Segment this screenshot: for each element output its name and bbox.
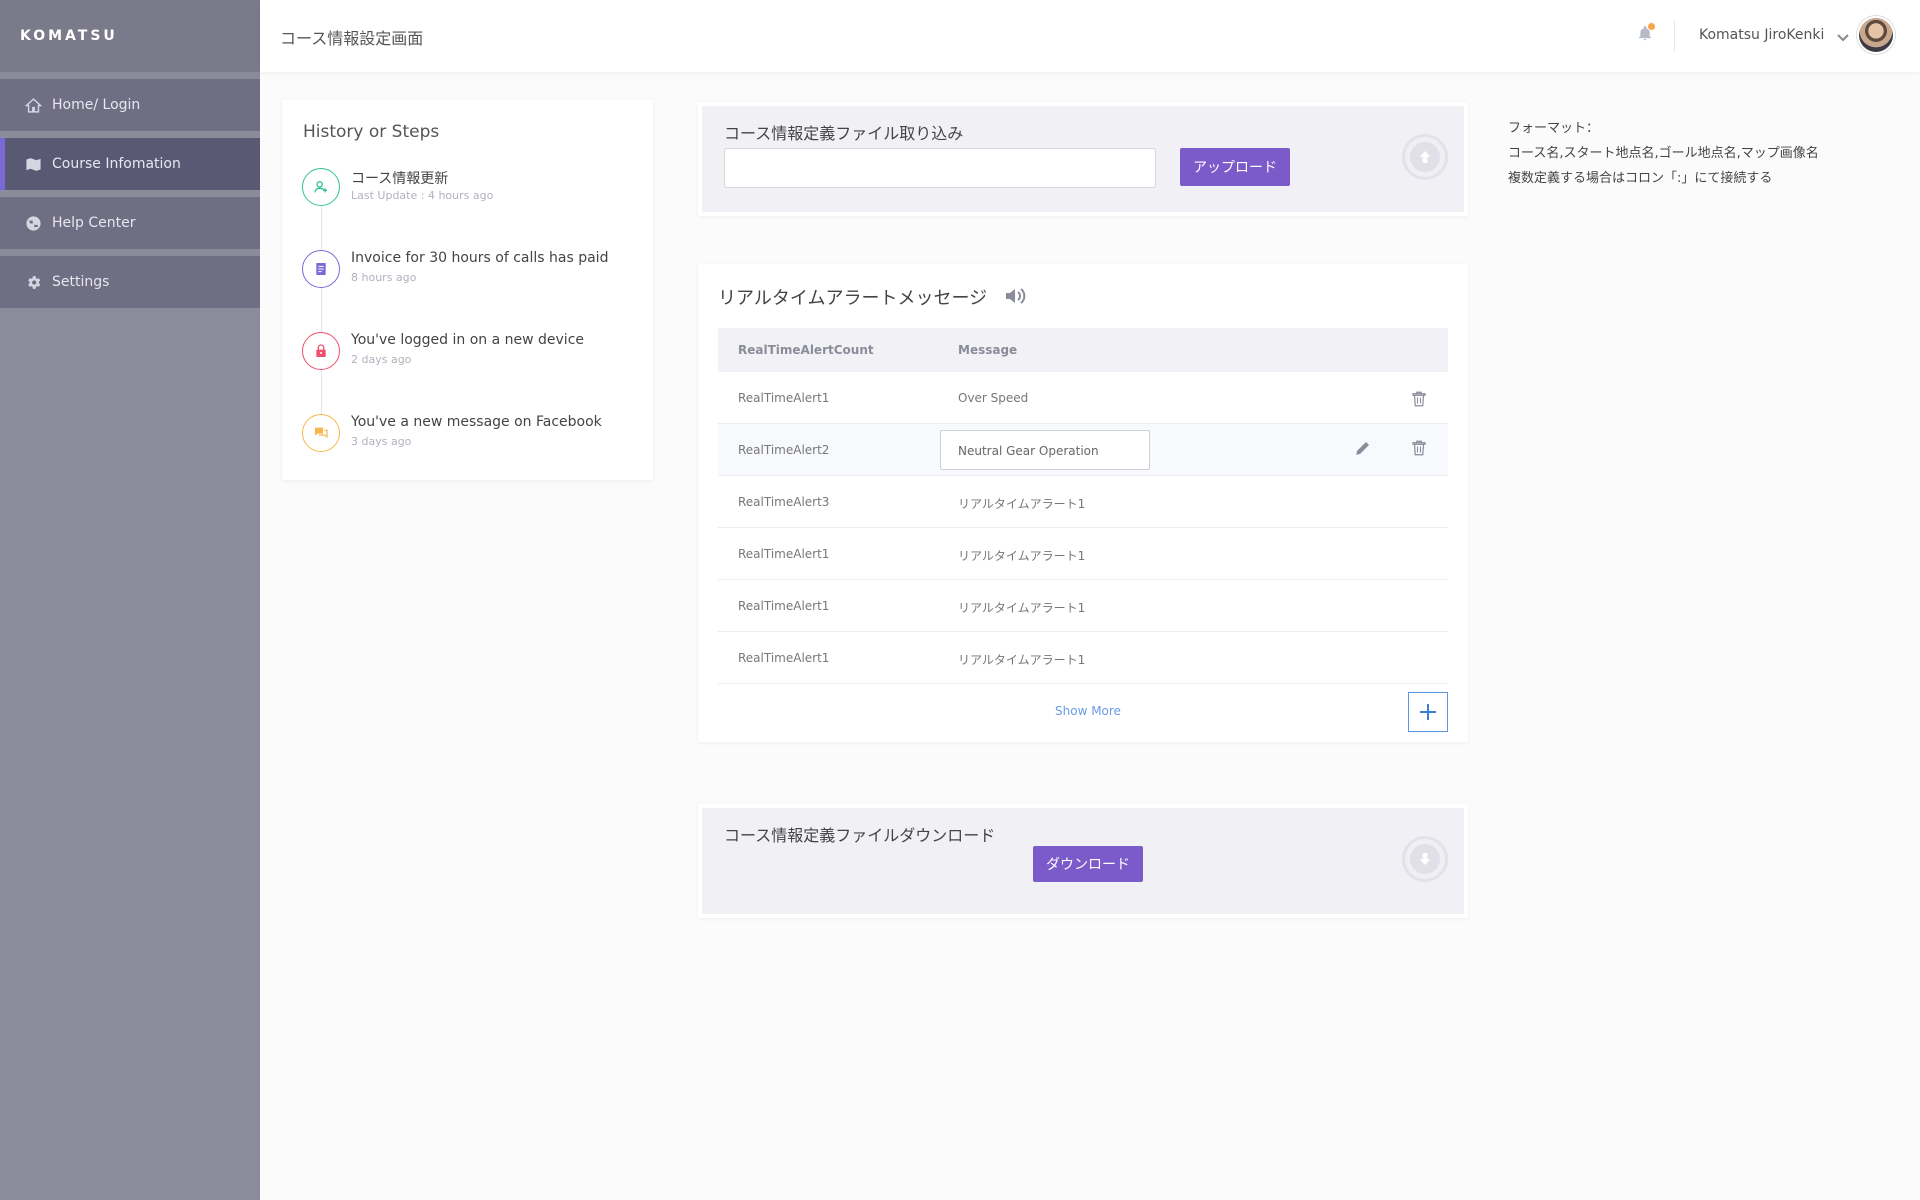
home-icon [24,96,42,114]
table-header: RealTimeAlertCount Message [718,328,1448,372]
download-button[interactable]: ダウンロード [1033,846,1143,882]
alert-message-cell: リアルタイムアラート1 [958,653,1086,667]
download-title: コース情報定義ファイルダウンロード [724,826,996,845]
header-divider [1674,20,1675,52]
timeline-time: 8 hours ago [351,271,417,284]
history-card: History or Steps コース情報更新 Last Update : 4… [282,100,653,480]
alert-message-cell: リアルタイムアラート1 [958,549,1086,563]
sidebar-item-label: Home/ Login [52,97,141,113]
trash-icon[interactable] [1409,389,1429,409]
alert-count-cell: RealTimeAlert1 [738,651,830,665]
upload-title: コース情報定義ファイル取り込み [724,124,964,143]
sidebar-item-home[interactable]: Home/ Login [0,79,260,131]
map-icon [24,155,42,173]
alerts-title: リアルタイムアラートメッセージ [718,288,988,309]
sidebar-item-course-information[interactable]: Course Infomation [0,138,260,190]
upload-circle-button[interactable] [1402,134,1448,180]
timeline-time: 3 days ago [351,435,412,448]
table-row-editing: RealTimeAlert2 Neutral Gear Operation [718,424,1448,476]
notification-dot [1648,23,1655,30]
chevron-down-icon[interactable] [1837,28,1851,42]
timeline-title: Invoice for 30 hours of calls has paid [351,250,609,266]
column-header-message: Message [958,343,1018,357]
format-line: コース名,スタート地点名,ゴール地点名,マップ画像名 [1508,146,1819,161]
format-label: フォーマット： [1508,121,1600,136]
alert-count-cell: RealTimeAlert1 [738,599,830,613]
trash-icon[interactable] [1409,438,1429,458]
timeline-time: 2 days ago [351,353,412,366]
alert-message-cell: リアルタイムアラート1 [958,497,1086,511]
sidebar-item-label: Settings [52,274,110,290]
pencil-icon[interactable] [1353,438,1373,458]
plus-icon [1420,704,1436,720]
alert-count-cell: RealTimeAlert1 [738,391,830,405]
format-note: フォーマット： コース名,スタート地点名,ゴール地点名,マップ画像名 複数定義す… [1508,116,1819,191]
chat-icon [302,414,340,452]
brand-logo: KOMATSU [0,0,260,72]
sidebar-item-help-center[interactable]: Help Center [0,197,260,249]
document-icon [302,250,340,288]
realtime-alerts-card: リアルタイムアラートメッセージ RealTimeAlertCount Messa… [698,264,1468,742]
history-title: History or Steps [303,122,440,142]
arrow-up-icon [1410,142,1440,172]
download-panel: コース情報定義ファイルダウンロード ダウンロード [698,804,1468,918]
column-header-count: RealTimeAlertCount [738,343,874,357]
alert-count-cell: RealTimeAlert2 [738,443,830,457]
alert-message-cell: リアルタイムアラート1 [958,601,1086,615]
sidebar: KOMATSU Home/ Login Course Infomation He… [0,0,260,1200]
arrow-down-icon [1410,844,1440,874]
notification-bell-icon[interactable] [1637,23,1657,45]
sidebar-item-label: Course Infomation [52,156,181,172]
alert-message-input[interactable]: Neutral Gear Operation [940,430,1150,470]
table-row: RealTimeAlert3 リアルタイムアラート1 [718,476,1448,528]
user-name[interactable]: Komatsu JiroKenki [1699,27,1824,43]
alert-message-cell: Over Speed [958,391,1029,405]
lock-icon [302,332,340,370]
upload-file-input[interactable] [724,148,1156,188]
upload-button[interactable]: アップロード [1180,148,1290,186]
show-more-link[interactable]: Show More [1055,704,1121,718]
timeline-title: You've logged in on a new device [351,332,585,348]
table-row: RealTimeAlert1 リアルタイムアラート1 [718,580,1448,632]
top-header: コース情報設定画面 Komatsu JiroKenki [260,0,1920,72]
timeline-time: Last Update : 4 hours ago [351,189,494,202]
table-row: RealTimeAlert1 Over Speed [718,372,1448,424]
format-line: 複数定義する場合はコロン「:」にて接続する [1508,171,1773,186]
speaker-icon[interactable] [1004,286,1028,306]
table-row: RealTimeAlert1 リアルタイムアラート1 [718,528,1448,580]
user-plus-icon [302,168,340,206]
timeline-line [321,196,322,436]
globe-icon [24,214,42,232]
gear-icon [24,273,42,291]
add-alert-button[interactable] [1408,692,1448,732]
page-title: コース情報設定画面 [280,29,424,48]
timeline-title: コース情報更新 [351,171,449,187]
upload-panel: コース情報定義ファイル取り込み アップロード [698,102,1468,216]
alert-count-cell: RealTimeAlert3 [738,495,830,509]
sidebar-item-label: Help Center [52,215,136,231]
download-circle-button[interactable] [1402,836,1448,882]
sidebar-item-settings[interactable]: Settings [0,256,260,308]
alert-count-cell: RealTimeAlert1 [738,547,830,561]
table-row: RealTimeAlert1 リアルタイムアラート1 [718,632,1448,684]
avatar[interactable] [1857,16,1895,54]
timeline-title: You've a new message on Facebook [351,414,602,430]
